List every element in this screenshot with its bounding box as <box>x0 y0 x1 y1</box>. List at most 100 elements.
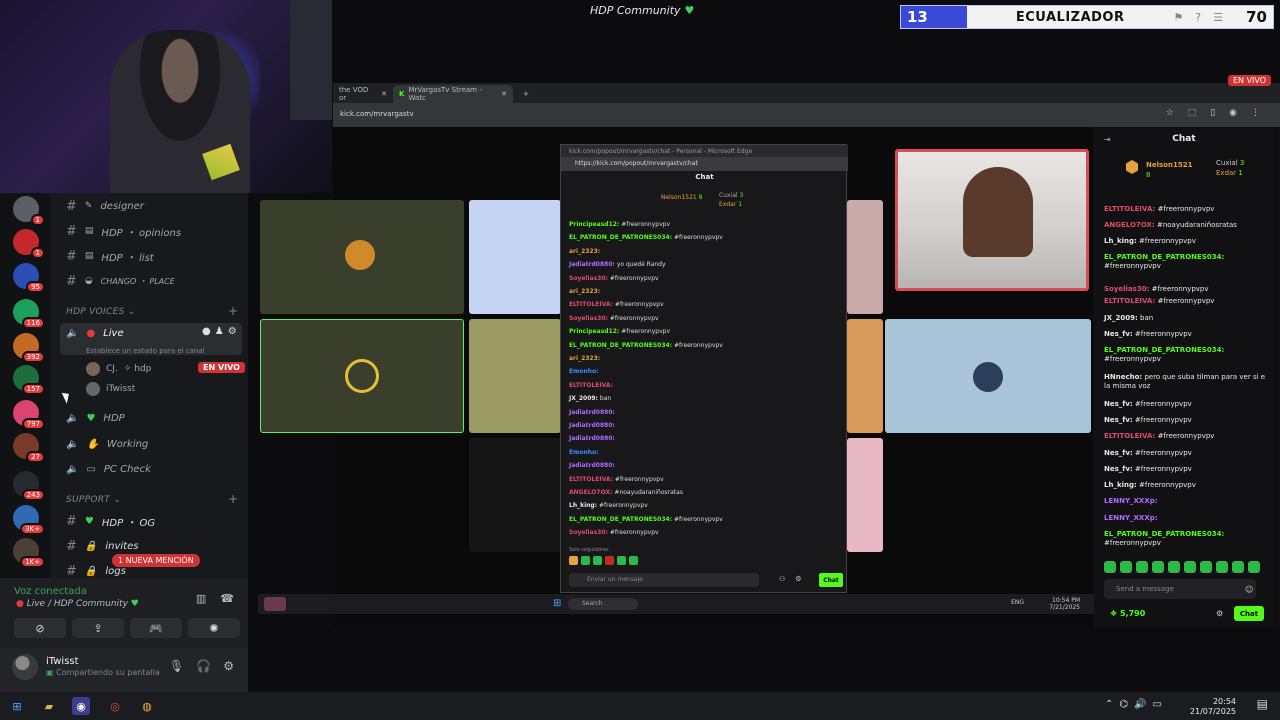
sidebar-icon[interactable]: ▯ <box>1210 108 1215 118</box>
message-user[interactable]: ari_2323: <box>569 355 600 362</box>
message-user[interactable]: ari_2323: <box>569 248 600 255</box>
server-icon[interactable]: 157 <box>13 365 45 395</box>
server-icon[interactable]: 1K+ <box>13 538 45 568</box>
emote-icon[interactable] <box>1216 561 1228 573</box>
emote-icon[interactable] <box>1120 561 1132 573</box>
chevron-up-icon[interactable]: ⌃ <box>1105 699 1113 710</box>
popout-url[interactable]: https://kick.com/popout/mrvargastv/chat <box>561 157 848 171</box>
emote-icon[interactable] <box>1104 561 1116 573</box>
message-user[interactable]: ELTITOLEIVA: <box>1104 432 1155 440</box>
chat-settings-icon[interactable]: ⚙ <box>1216 609 1223 618</box>
obs-app-icon[interactable]: ◎ <box>106 697 124 715</box>
battery-icon[interactable]: ▭ <box>1153 699 1162 710</box>
menu-icon[interactable]: ⋮ <box>1251 108 1260 118</box>
channel-hdp-og[interactable]: # ♥ HDP ・ OG <box>66 512 155 530</box>
emote-icon[interactable] <box>1248 561 1260 573</box>
channel-points[interactable]: ❖ 5,790 <box>1110 609 1145 618</box>
signal-icon[interactable]: ▥ <box>196 592 206 605</box>
server-icon[interactable]: 1 <box>13 229 45 259</box>
message-user[interactable]: Principeasd12: <box>569 221 619 228</box>
voice-channel-live-label[interactable]: 🔈 ● Live <box>66 324 124 342</box>
tab-vod[interactable]: the VOD or ✕ <box>333 85 393 103</box>
message-user[interactable]: JX_2009: <box>1104 314 1138 322</box>
camera-off-button[interactable]: ⊘ <box>14 618 66 638</box>
popout-message-input[interactable]: Enviar un mensaje <box>569 573 759 587</box>
emote-icon[interactable] <box>1136 561 1148 573</box>
message-user[interactable]: ANGELO7OX: <box>1104 221 1155 229</box>
message-user[interactable]: Nes_fv: <box>1104 449 1133 457</box>
message-user[interactable]: EL_PATRON_DE_PATRONES034: <box>1104 253 1224 261</box>
message-user[interactable]: EL_PATRON_DE_PATRONES034: <box>1104 530 1224 538</box>
message-user[interactable]: Principeasd12: <box>569 328 619 335</box>
close-icon[interactable]: ✕ <box>381 90 387 98</box>
message-user[interactable]: Soyelias30: <box>569 529 608 536</box>
emote-icon[interactable] <box>1152 561 1164 573</box>
message-user[interactable]: LENNY_XXXp: <box>1104 497 1158 505</box>
star-icon[interactable]: ☆ <box>1166 108 1174 118</box>
soundboard-button[interactable]: ✺ <box>188 618 240 638</box>
add-member-icon[interactable]: ♟ <box>215 326 224 337</box>
category-hdp-voices[interactable]: HDP VOICES ⌄ <box>66 307 136 317</box>
popout-chat-button[interactable]: Chat <box>819 573 843 587</box>
voice-channel-hdp[interactable]: 🔈 ♥ HDP <box>66 409 125 427</box>
message-user[interactable]: Emonho: <box>569 449 599 456</box>
channel-opinions[interactable]: # ▤ HDP ・ opinions <box>66 222 181 240</box>
headphones-icon[interactable]: 🎧 <box>196 659 211 673</box>
gear-icon[interactable]: ⚙ <box>223 659 234 673</box>
system-clock[interactable]: 20:54 21/07/2025 <box>1190 697 1236 717</box>
notifications-icon[interactable]: ▤ <box>1257 697 1268 711</box>
user-name[interactable]: iTwisst <box>46 656 79 667</box>
message-user[interactable]: ELTITOLEIVA: <box>569 301 613 308</box>
network-icon[interactable]: ⌬ <box>1119 699 1128 710</box>
voice-connected-label[interactable]: Voz conectada <box>14 586 87 597</box>
emote-icon[interactable] <box>1168 561 1180 573</box>
message-user[interactable]: Lh_king: <box>1104 481 1137 489</box>
category-support[interactable]: SUPPORT ⌄ <box>66 495 121 505</box>
message-user[interactable]: Jadiatrd0880: <box>569 261 615 268</box>
add-channel-icon[interactable]: + <box>228 304 238 318</box>
file-explorer-icon[interactable]: ▰ <box>40 697 58 715</box>
tab-stream[interactable]: K MrVargasTv Stream - Watc ✕ <box>393 85 513 103</box>
message-user[interactable]: EL_PATRON_DE_PATRONES034: <box>569 342 672 349</box>
windows-start-icon[interactable]: ⊞ <box>553 598 561 609</box>
address-bar[interactable]: kick.com/mrvargastv ☆ ⬚ ▯ ◉ ⋮ <box>333 103 1280 127</box>
message-user[interactable]: Emonho: <box>569 368 599 375</box>
server-icon[interactable]: 95 <box>13 263 45 293</box>
extensions-icon[interactable]: ⬚ <box>1188 108 1197 118</box>
message-user[interactable]: Soyelias30: <box>569 275 608 282</box>
chat-message-input[interactable]: Send a message <box>1104 579 1256 599</box>
message-user[interactable]: Lh_king: <box>1104 237 1137 245</box>
inner-search[interactable]: Search <box>568 598 638 610</box>
profile-icon[interactable]: ◉ <box>1229 108 1237 118</box>
channel-designer[interactable]: # ✎ designer <box>66 197 144 215</box>
close-icon[interactable]: ✕ <box>501 90 507 98</box>
chat-bubble-icon[interactable]: ● <box>202 326 211 337</box>
message-user[interactable]: Jadiatrd0880: <box>569 422 615 429</box>
message-user[interactable]: Jadiatrd0880: <box>569 435 615 442</box>
message-user[interactable]: ELTITOLEIVA: <box>1104 205 1155 213</box>
activity-button[interactable]: 🎮 <box>130 618 182 638</box>
channel-chango-place[interactable]: # ◒ CHANGO ・ PLACE <box>66 272 175 290</box>
windows-start-icon[interactable]: ⊞ <box>8 697 26 715</box>
message-user[interactable]: ELTITOLEIVA: <box>569 382 613 389</box>
message-user[interactable]: ELTITOLEIVA: <box>569 476 613 483</box>
message-user[interactable]: EL_PATRON_DE_PATRONES034: <box>1104 346 1224 354</box>
message-user[interactable]: Jadiatrd0880: <box>569 409 615 416</box>
message-user[interactable]: Jadiatrd0880: <box>569 462 615 469</box>
voice-member[interactable]: CJ. ✧ hdp <box>86 362 151 376</box>
message-user[interactable]: Soyelias30: <box>1104 285 1149 293</box>
channel-invites[interactable]: # 🔒 invites <box>66 537 138 555</box>
server-icon[interactable]: 3K+ <box>13 505 45 535</box>
disconnect-icon[interactable]: ☎ <box>220 592 234 605</box>
language-indicator[interactable]: ENG <box>1011 599 1024 606</box>
message-user[interactable]: ari_2323: <box>569 288 600 295</box>
add-channel-icon[interactable]: + <box>228 492 238 506</box>
weather-widget[interactable] <box>264 597 286 611</box>
chat-send-button[interactable]: Chat <box>1234 606 1264 621</box>
new-tab-button[interactable]: + <box>517 85 535 103</box>
microphone-icon[interactable]: 🎙 <box>169 659 184 673</box>
message-user[interactable]: Lh_king: <box>569 502 597 509</box>
screen-share-button[interactable]: ⇪ <box>72 618 124 638</box>
server-icon[interactable]: 27 <box>13 433 45 463</box>
voice-channel-working[interactable]: 🔈 ✋ Working <box>66 435 148 453</box>
